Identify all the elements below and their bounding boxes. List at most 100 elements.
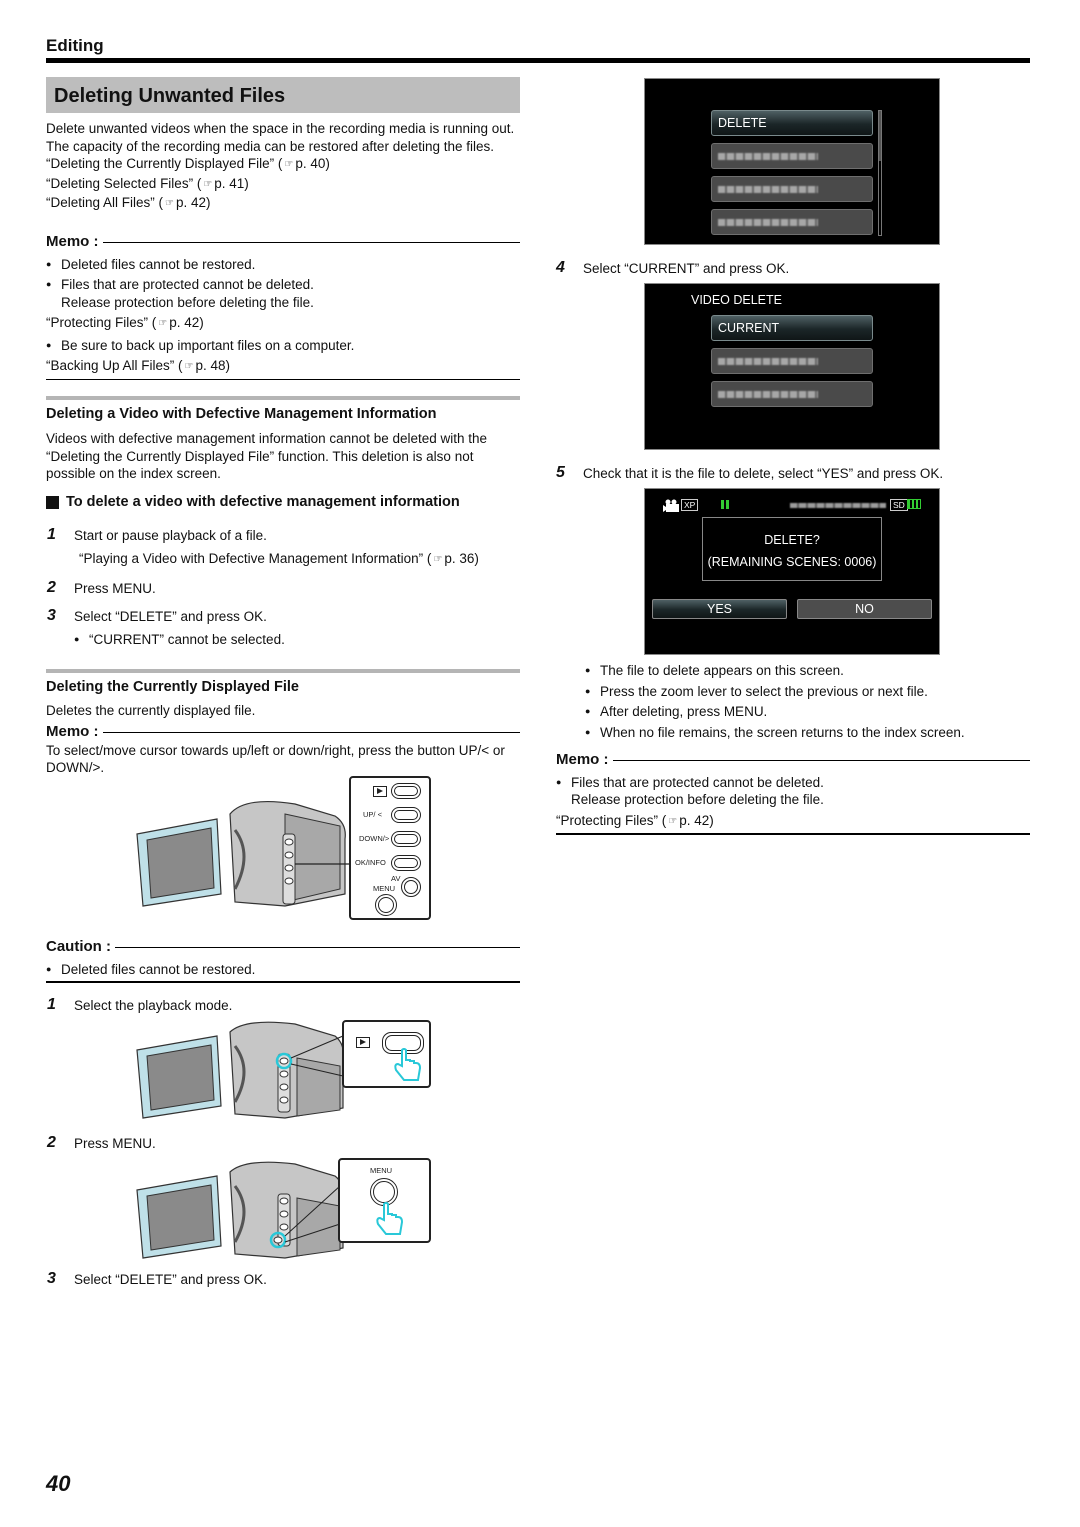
remaining-scenes: (REMAINING SCENES: 0006) <box>707 555 877 570</box>
button-callout <box>342 1020 431 1088</box>
battery-icon <box>907 499 921 509</box>
intro: Delete unwanted videos when the space in… <box>46 120 522 214</box>
quality-badge: XP <box>681 499 699 511</box>
step-number: 1 <box>47 996 56 1013</box>
memo-heading: Memo : <box>556 750 1030 770</box>
page-number: 40 <box>46 1471 71 1496</box>
video-delete-screen: VIDEO DELETE CURRENT <box>644 283 940 450</box>
reference-hand-icon: ☞ <box>158 318 168 329</box>
camcorder-icon <box>136 1161 344 1259</box>
no-button[interactable]: NO <box>797 599 932 619</box>
step-notes: The file to delete appears on this scree… <box>585 662 965 741</box>
memo-bullet-continuation: Release protection before deleting the f… <box>61 294 314 310</box>
cross-ref-link[interactable]: “Deleting the Currently Displayed File” … <box>46 155 522 175</box>
screen-title: VIDEO DELETE <box>691 293 782 307</box>
memo-heading: Memo : <box>46 722 520 742</box>
reference-hand-icon: ☞ <box>284 159 294 170</box>
playback-button[interactable] <box>391 783 421 799</box>
step-text: Press MENU. <box>74 1136 156 1151</box>
section-divider <box>46 396 520 400</box>
button-label: OK/INFO <box>355 858 386 867</box>
video-camera-icon <box>663 499 679 512</box>
step-number: 5 <box>556 464 565 481</box>
memo-text: To select/move cursor towards up/left or… <box>46 742 505 776</box>
caution-heading: Caution : <box>46 937 520 957</box>
step-number: 3 <box>47 607 56 624</box>
cross-ref-link[interactable]: “Protecting Files” (☞ p. 42) <box>556 812 1030 832</box>
memo-box: Memo : Files that are protected cannot b… <box>556 750 1030 835</box>
step-number: 3 <box>47 1270 56 1287</box>
camcorder-illustration: MENU <box>135 1158 435 1263</box>
reference-hand-icon: ☞ <box>203 178 213 190</box>
sub-heading: To delete a video with defective managem… <box>46 493 460 512</box>
cross-ref-link[interactable]: “Deleting Selected Files” (☞ p. 41) <box>46 175 522 195</box>
memo-box: Memo : To select/move cursor towards up/… <box>46 722 520 777</box>
step-number: 4 <box>556 259 565 276</box>
cross-ref-link[interactable]: “Backing Up All Files” (☞ p. 48) <box>46 357 520 377</box>
section-label: Editing <box>46 36 104 55</box>
step-text: Select “DELETE” and press OK. <box>74 609 267 624</box>
playback-icon <box>373 786 387 797</box>
reference-hand-icon: ☞ <box>668 815 678 827</box>
step-note: After deleting, press MENU. <box>585 703 965 721</box>
section-divider <box>46 669 520 673</box>
camcorder-illustration <box>135 1018 435 1123</box>
menu-item-delete[interactable]: DELETE <box>711 110 873 136</box>
step-text: Press MENU. <box>74 581 156 596</box>
blurred-label <box>718 186 818 193</box>
square-bullet-icon <box>46 495 59 509</box>
menu-item[interactable] <box>711 143 873 169</box>
button-label: DOWN/> <box>359 834 390 843</box>
cross-ref-link[interactable]: “Deleting All Files” (☞ p. 42) <box>46 194 522 214</box>
menu-item[interactable] <box>711 381 873 407</box>
reference-hand-icon: ☞ <box>184 361 194 372</box>
menu-item-current[interactable]: CURRENT <box>711 315 873 341</box>
memo-box: Memo : Deleted files cannot be restored.… <box>46 232 520 380</box>
step-note: The file to delete appears on this scree… <box>585 662 965 680</box>
down-button[interactable] <box>391 831 421 847</box>
up-button[interactable] <box>391 807 421 823</box>
button-label: MENU <box>370 1166 393 1175</box>
step-number: 2 <box>47 1134 56 1151</box>
cross-ref-link[interactable]: “Protecting Files” (☞ p. 42) <box>46 314 520 334</box>
button-callout: MENU <box>338 1158 431 1243</box>
step-note: When no file remains, the screen returns… <box>585 724 965 742</box>
button-panel-callout: UP/ < DOWN/> OK/INFO AV MENU <box>349 776 431 920</box>
av-button[interactable] <box>401 877 421 897</box>
button-label: AV <box>391 874 401 883</box>
step-text: Select the playback mode. <box>74 998 233 1013</box>
sd-card-icon: SD <box>890 499 908 511</box>
menu-item[interactable] <box>711 209 873 235</box>
section-heading: Deleting the Currently Displayed File <box>46 679 299 695</box>
blurred-label <box>718 391 818 398</box>
blurred-label <box>718 219 818 226</box>
pointing-hand-icon <box>394 1048 422 1081</box>
blurred-label <box>718 358 818 365</box>
pointing-hand-icon <box>376 1202 404 1235</box>
page-title-band: Deleting Unwanted Files <box>46 77 520 113</box>
menu-item[interactable] <box>711 348 873 374</box>
ok-info-button[interactable] <box>391 855 421 871</box>
section-body: Deletes the currently displayed file. <box>46 703 256 718</box>
memo-bullet: Files that are protected cannot be delet… <box>46 276 520 294</box>
menu-item[interactable] <box>711 176 873 202</box>
camcorder-icon <box>136 800 350 907</box>
camera-menu-screen: DELETE <box>644 78 940 245</box>
memo-heading: Memo : <box>46 232 520 252</box>
delete-confirm-screen: XP SD DELETE? (REMAINING SCENES: 0006) Y… <box>644 488 940 655</box>
yes-button[interactable]: YES <box>652 599 787 619</box>
memo-bottom-rule <box>46 378 520 380</box>
blurred-time-readout <box>790 503 886 508</box>
step-note: Press the zoom lever to select the previ… <box>585 683 965 701</box>
menu-scrollbar[interactable] <box>878 110 882 236</box>
header-rule <box>46 58 1030 63</box>
camcorder-icon <box>136 1021 344 1119</box>
page-title: Deleting Unwanted Files <box>54 85 286 107</box>
scroll-thumb[interactable] <box>879 111 881 161</box>
step-text: Check that it is the file to delete, sel… <box>583 466 944 481</box>
intro-line: Delete unwanted videos when the space in… <box>46 121 515 136</box>
step-note: “CURRENT” cannot be selected. <box>74 631 285 649</box>
menu-button[interactable] <box>375 894 397 916</box>
cross-ref-link[interactable]: “Playing a Video with Defective Manageme… <box>79 550 479 568</box>
reference-hand-icon: ☞ <box>433 554 443 565</box>
